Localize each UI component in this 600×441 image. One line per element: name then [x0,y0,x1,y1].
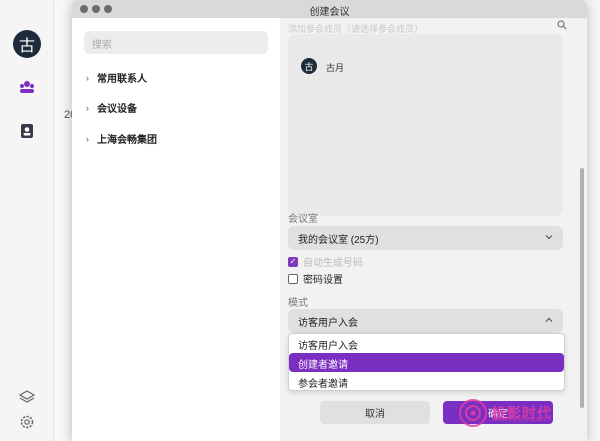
password-label: 密码设置 [303,275,343,286]
mode-option-guest[interactable]: 访客用户入会 [289,334,564,353]
settings-gear-icon[interactable] [18,413,36,431]
layers-icon[interactable] [18,388,36,406]
create-meeting-dialog: 创建会议 搜索 › 常用联系人 › 会议设备 › 上海会畅集团 添加参会成员（请… [72,0,587,441]
mode-option-creator-invite[interactable]: 创建者邀请 [289,353,564,372]
cancel-button[interactable]: 取消 [320,401,430,424]
participant-name: 古月 [326,63,345,73]
dialog-title: 创建会议 [309,7,350,18]
participant-avatar: 古 [301,58,317,74]
meeting-settings-pane: 添加参会成员（请选择参会成员） 古 古月 会议室 我的会议室 (25方) ✓ 自… [280,18,587,441]
tree-item-frequent-contacts[interactable]: › 常用联系人 [86,70,147,86]
tree-item-shanghai-group[interactable]: › 上海会畅集团 [86,131,157,147]
settings-scrollbar[interactable] [580,168,584,408]
auto-code-label: 自动生成号码 [303,258,363,269]
chevron-up-icon [545,317,553,322]
chevron-right-icon: › [86,133,89,144]
chevron-down-icon [545,235,553,240]
user-avatar[interactable]: 古 [13,30,41,58]
watermark-url: www.PjTime.com [492,416,546,423]
mode-dropdown-menu: 访客用户入会 创建者邀请 参会者邀请 [288,333,565,391]
tree-item-label: 上海会畅集团 [97,135,157,146]
tree-item-label: 常用联系人 [97,74,147,85]
password-row[interactable]: 密码设置 [288,271,343,286]
auto-code-row[interactable]: ✓ 自动生成号码 [288,254,363,269]
address-book-icon[interactable] [18,122,36,140]
app-sidebar: 古 [0,0,54,441]
watermark-logo-icon [459,399,487,427]
password-checkbox[interactable] [288,273,298,284]
watermark: 投影时代 www.PjTime.com [458,398,552,428]
mode-label: 模式 [288,298,308,309]
search-icon[interactable] [557,20,567,30]
tree-item-meeting-devices[interactable]: › 会议设备 [86,100,137,116]
participants-list: 古 古月 [288,34,563,216]
meeting-room-label: 会议室 [288,214,318,225]
contacts-pane: 搜索 › 常用联系人 › 会议设备 › 上海会畅集团 [72,18,280,441]
meeting-room-select[interactable]: 我的会议室 (25方) [288,226,563,250]
mode-option-participant-invite[interactable]: 参会者邀请 [289,372,564,390]
chevron-right-icon: › [86,72,89,83]
dialog-titlebar: 创建会议 [72,0,587,18]
auto-code-checkbox[interactable]: ✓ [288,256,298,267]
contacts-group-icon[interactable] [18,78,36,96]
chevron-right-icon: › [86,102,89,113]
mode-value: 访客用户入会 [298,318,358,329]
mode-select[interactable]: 访客用户入会 [288,309,563,333]
meeting-room-value: 我的会议室 (25方) [298,235,379,246]
tree-item-label: 会议设备 [97,104,137,115]
contact-search-input[interactable]: 搜索 [84,31,268,54]
